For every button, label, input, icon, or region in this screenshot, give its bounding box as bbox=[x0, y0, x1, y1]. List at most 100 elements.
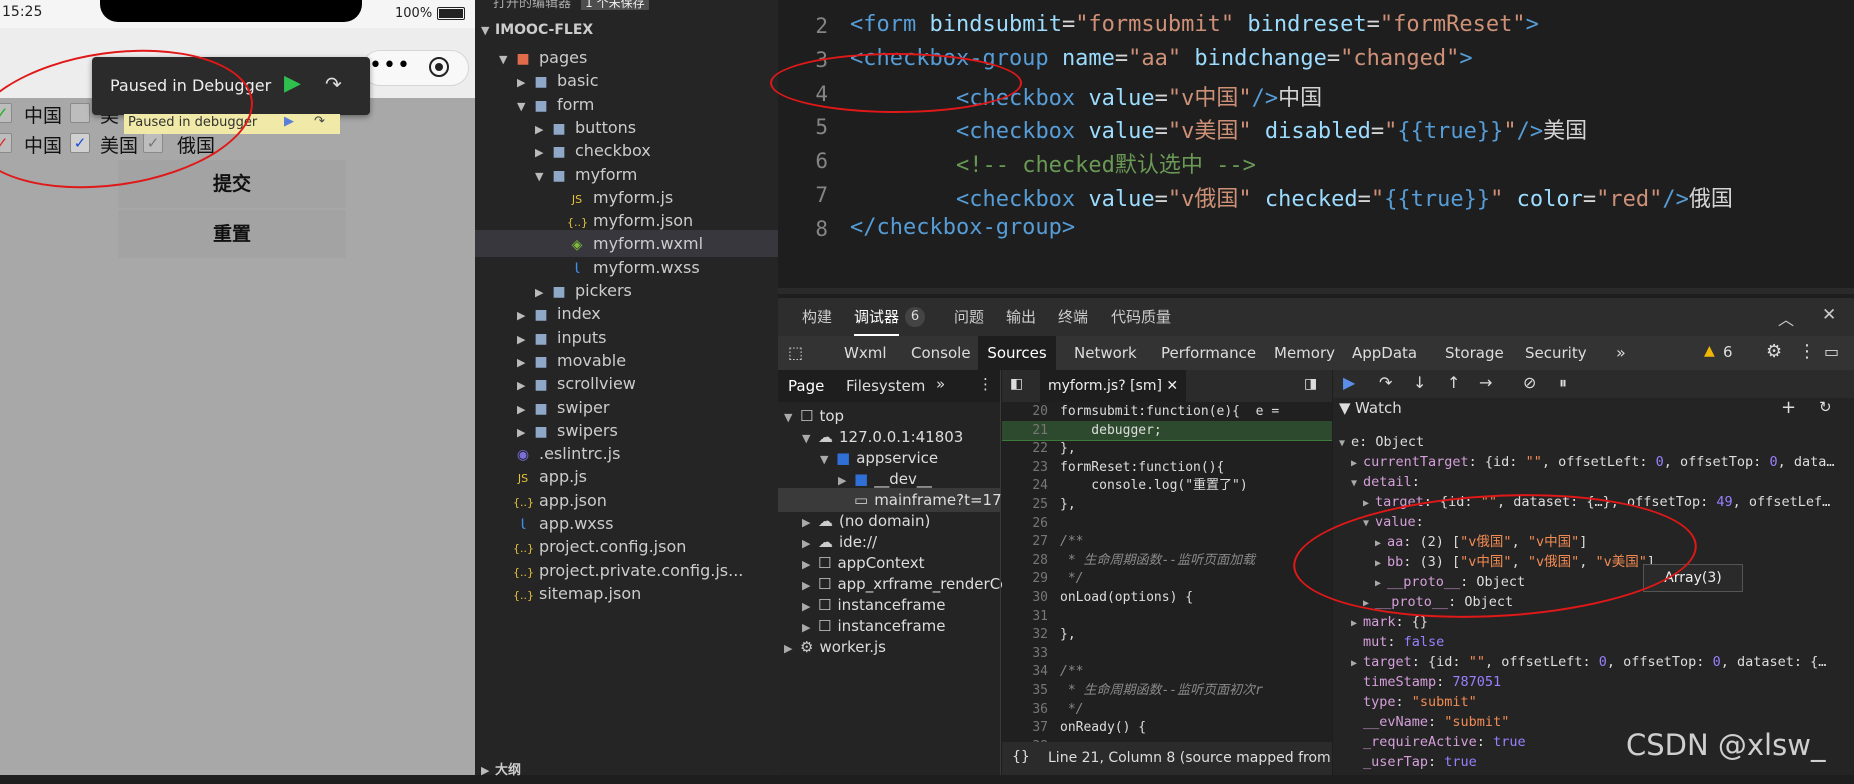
watch-entry[interactable]: _userTap: true bbox=[1351, 752, 1477, 772]
line-number[interactable]: 25 bbox=[1002, 495, 1048, 514]
navigator-node-icon: ■ bbox=[854, 470, 869, 488]
more-tabs-icon[interactable]: » bbox=[1616, 336, 1626, 370]
watch-entry[interactable]: ▶ currentTarget: {id: "", offsetLeft: 0, … bbox=[1351, 452, 1835, 472]
line-number[interactable]: 35 bbox=[1002, 681, 1048, 700]
step-over-icon[interactable]: ↷ bbox=[325, 72, 342, 96]
expand-toggle-icon[interactable]: ▼ bbox=[1339, 434, 1351, 454]
navigator-label: instanceframe bbox=[837, 617, 946, 635]
settings-gear-icon[interactable]: ⚙ bbox=[1766, 341, 1782, 362]
toggle-navigator-icon[interactable]: ◧ bbox=[1010, 376, 1023, 392]
watch-entry[interactable]: ▼ e: Object bbox=[1339, 432, 1424, 452]
tab-code-quality[interactable]: 代码质量 bbox=[1111, 298, 1171, 336]
line-number[interactable]: 22 bbox=[1002, 439, 1048, 458]
collapse-icon[interactable]: ︿ bbox=[1778, 306, 1794, 330]
close-mini-program-icon[interactable] bbox=[429, 57, 449, 77]
kebab-menu-icon[interactable]: ⋮ bbox=[978, 375, 993, 393]
close-tab-icon[interactable]: ✕ bbox=[1166, 378, 1178, 394]
file-tree-item[interactable]: {..} sitemap.json bbox=[475, 580, 778, 607]
line-number[interactable]: 26 bbox=[1002, 514, 1048, 533]
line-number[interactable]: 37 bbox=[1002, 718, 1048, 737]
tab-issues[interactable]: 问题 bbox=[954, 298, 984, 336]
line-number[interactable]: 36 bbox=[1002, 700, 1048, 719]
tab-wxml[interactable]: Wxml bbox=[844, 336, 887, 370]
tab-network[interactable]: Network bbox=[1074, 336, 1137, 370]
expand-toggle-icon[interactable]: ▶ bbox=[1363, 494, 1375, 514]
tab-memory[interactable]: Memory bbox=[1274, 336, 1335, 370]
expand-toggle-icon[interactable]: ▼ bbox=[1351, 474, 1363, 494]
tab-console[interactable]: Console bbox=[911, 336, 971, 370]
mini-program-capsule[interactable]: ••• bbox=[362, 50, 469, 86]
pretty-print-icon[interactable]: {} bbox=[1012, 749, 1030, 765]
toggle-debugger-icon[interactable]: ◨ bbox=[1304, 376, 1317, 392]
open-editors-header[interactable]: 打开的编辑器 1 个未保存 bbox=[475, 0, 778, 12]
step-into-icon[interactable]: ↓ bbox=[1413, 373, 1426, 392]
step-over-icon[interactable]: ↷ bbox=[314, 114, 325, 129]
source-text: * 生命周期函数--监听页面加载 bbox=[1060, 552, 1256, 568]
watch-entry[interactable]: _requireActive: true bbox=[1351, 732, 1526, 752]
line-number[interactable]: 32 bbox=[1002, 625, 1048, 644]
step-out-icon[interactable]: ↑ bbox=[1447, 373, 1460, 392]
tab-output[interactable]: 输出 bbox=[1006, 298, 1036, 336]
source-status-bar: {} Line 21, Column 8 (source mapped from bbox=[1002, 742, 1332, 775]
tab-sources[interactable]: Sources bbox=[978, 336, 1056, 370]
dock-icon[interactable]: ▭ bbox=[1824, 342, 1839, 361]
project-header[interactable]: ▼ IMOOC-FLEX bbox=[475, 17, 778, 44]
kebab-menu-icon[interactable]: ⋮ bbox=[1798, 341, 1816, 362]
source-text: */ bbox=[1060, 701, 1084, 717]
line-number[interactable]: 28 bbox=[1002, 551, 1048, 570]
navigator-label: app_xrframe_renderCont bbox=[837, 575, 1025, 593]
resume-icon[interactable]: ▶ bbox=[284, 71, 301, 96]
code-editor[interactable]: 2 <form bindsubmit="formsubmit" bindreset… bbox=[770, 0, 1854, 295]
pause-exceptions-icon[interactable]: ⏸ bbox=[1559, 373, 1567, 393]
navigator-item[interactable]: ▶ ⚙ worker.js bbox=[784, 635, 886, 659]
deactivate-breakpoints-icon[interactable]: ⊘ bbox=[1523, 373, 1536, 392]
line-number[interactable]: 24 bbox=[1002, 476, 1048, 495]
outline-header[interactable]: ▶ 大纲 bbox=[475, 757, 778, 784]
tab-terminal[interactable]: 终端 bbox=[1058, 298, 1088, 336]
watch-entry[interactable]: ▶ target: {id: "", offsetLeft: 0, offsetT… bbox=[1351, 652, 1826, 672]
reset-button[interactable]: 重置 bbox=[118, 210, 346, 258]
watch-entry[interactable]: type: "submit" bbox=[1351, 692, 1477, 712]
close-icon[interactable]: ✕ bbox=[1822, 305, 1836, 325]
file-tree-label: myform bbox=[575, 164, 638, 184]
tab-security[interactable]: Security bbox=[1525, 336, 1587, 370]
tab-build[interactable]: 构建 bbox=[802, 298, 832, 336]
more-icon[interactable]: » bbox=[936, 375, 945, 393]
source-view[interactable]: ◧ myform.js? [sm] ✕ ◨ 20 formsubmit:funct… bbox=[1002, 370, 1332, 775]
line-number[interactable]: 31 bbox=[1002, 607, 1048, 626]
line-number[interactable]: 33 bbox=[1002, 644, 1048, 663]
inspect-icon[interactable]: ⬚ bbox=[788, 343, 803, 362]
watch-entry[interactable]: mut: false bbox=[1351, 632, 1444, 652]
more-icon[interactable]: ••• bbox=[369, 53, 411, 78]
line-number[interactable]: 23 bbox=[1002, 458, 1048, 477]
tab-storage[interactable]: Storage bbox=[1445, 336, 1504, 370]
add-expression-icon[interactable]: + bbox=[1781, 397, 1796, 418]
source-file-tab[interactable]: myform.js? [sm] ✕ bbox=[1040, 370, 1187, 402]
tab-page[interactable]: Page bbox=[788, 377, 824, 395]
watch-entry[interactable]: timeStamp: 787051 bbox=[1351, 672, 1501, 692]
tab-filesystem[interactable]: Filesystem bbox=[846, 377, 925, 395]
watch-entry[interactable]: ▼ detail: bbox=[1351, 472, 1420, 492]
line-number[interactable]: 27 bbox=[1002, 532, 1048, 551]
editor-scrollbar[interactable] bbox=[778, 288, 1854, 294]
tab-debugger[interactable]: 调试器 bbox=[854, 298, 900, 336]
line-number[interactable]: 20 bbox=[1002, 402, 1048, 421]
step-icon[interactable]: → bbox=[1479, 373, 1492, 392]
line-number[interactable]: 29 bbox=[1002, 569, 1048, 588]
line-number[interactable]: 30 bbox=[1002, 588, 1048, 607]
watch-entry[interactable]: __evName: "submit" bbox=[1351, 712, 1509, 732]
refresh-icon[interactable]: ↻ bbox=[1819, 398, 1832, 416]
watch-header[interactable]: ▼ Watch + ↻ bbox=[1333, 397, 1854, 420]
tab-performance[interactable]: Performance bbox=[1161, 336, 1256, 370]
tab-appdata[interactable]: AppData bbox=[1352, 336, 1417, 370]
resume-icon[interactable]: ▶ bbox=[1343, 373, 1355, 392]
resume-icon[interactable]: ▶ bbox=[284, 114, 294, 129]
step-over-icon[interactable]: ↷ bbox=[1379, 373, 1392, 392]
line-number[interactable]: 21 bbox=[1002, 421, 1048, 440]
expand-toggle-icon[interactable]: ▶ bbox=[1351, 454, 1363, 474]
debugger-controls: ▶ ↷ ↓ ↑ → ⊘ ⏸ bbox=[1333, 370, 1854, 398]
expand-toggle-icon[interactable]: ▶ bbox=[1351, 614, 1363, 634]
source-line: 32}, bbox=[1002, 625, 1332, 644]
line-number[interactable]: 34 bbox=[1002, 662, 1048, 681]
expand-toggle-icon[interactable]: ▶ bbox=[1351, 654, 1363, 674]
